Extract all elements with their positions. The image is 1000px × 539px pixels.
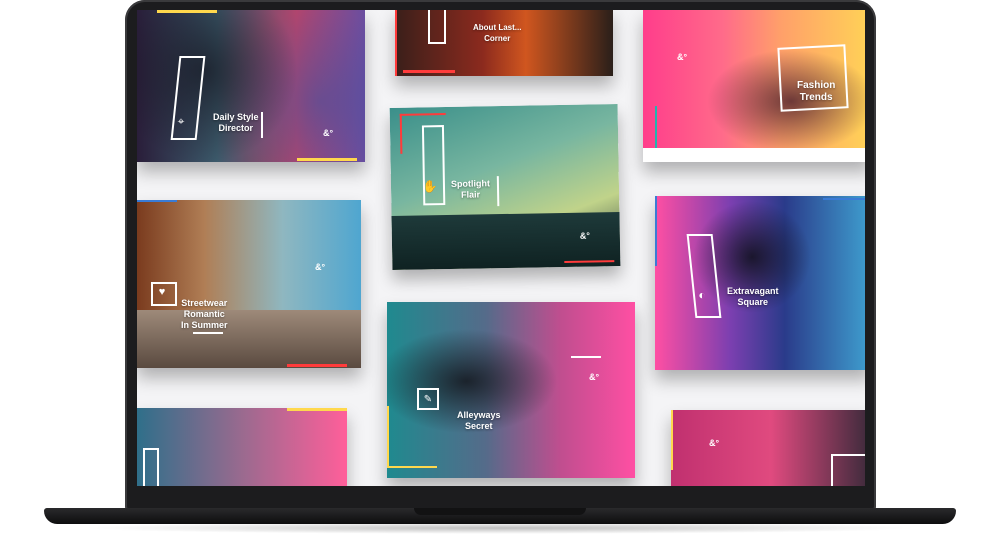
- brand-mark: &°: [315, 262, 326, 272]
- accent-line-yellow: [387, 466, 437, 468]
- caption-bar: [571, 356, 601, 358]
- accent-line-yellow: [671, 410, 673, 470]
- caption-bar: [261, 112, 263, 138]
- slide-frame: [831, 454, 865, 486]
- slide-frame: [143, 448, 159, 486]
- slide-caption: Alleyways Secret: [457, 410, 501, 431]
- slide-bottom-right[interactable]: &°: [671, 410, 865, 486]
- slide-extravagant-square[interactable]: ◐ Extravagant Square: [655, 196, 865, 370]
- brand-mark: &°: [589, 372, 600, 382]
- accent-line-blue: [655, 196, 657, 266]
- slide-photo: [137, 408, 347, 486]
- slide-fashion-trends[interactable]: &° Fashion Trends: [643, 10, 865, 162]
- slide-bottom-left[interactable]: [137, 408, 347, 486]
- brand-mark: &°: [709, 438, 720, 448]
- accent-line-yellow: [297, 158, 357, 161]
- accent-line-yellow: [287, 408, 347, 411]
- slide-daily-style-director[interactable]: ⌖ Daily Style Director &°: [137, 10, 365, 162]
- laptop-notch: [414, 508, 586, 515]
- slide-about-last-corner[interactable]: About Last... Corner: [395, 10, 613, 76]
- accent-line-teal: [655, 106, 657, 152]
- slide-caption: About Last... Corner: [473, 23, 522, 43]
- hand-icon: ✋: [422, 179, 438, 194]
- pencil-icon: ✎: [417, 388, 439, 410]
- photo-overlay: [655, 196, 865, 370]
- brand-mark: &°: [323, 128, 334, 138]
- slide-caption: Extravagant Square: [727, 286, 779, 307]
- laptop-shadow: [80, 522, 920, 534]
- accent-line-red: [403, 70, 455, 73]
- slide-caption: Daily Style Director: [213, 112, 259, 133]
- moon-icon: ◐: [698, 288, 706, 302]
- accent-line-red: [287, 364, 347, 367]
- accent-line-yellow: [387, 406, 389, 468]
- accent-line-yellow: [157, 10, 217, 13]
- brand-mark: &°: [579, 230, 591, 241]
- slide-caption: Streetwear Romantic In Summer: [181, 298, 228, 330]
- laptop-screen: ⌖ Daily Style Director &° About Last... …: [137, 10, 865, 486]
- slide-streetwear-romantic[interactable]: ♥ Streetwear Romantic In Summer &°: [137, 200, 361, 368]
- caption-bar: [193, 332, 223, 334]
- slide-footer: [643, 148, 865, 162]
- slide-caption: Spotlight Flair: [450, 178, 491, 200]
- brand-mark: &°: [677, 52, 688, 62]
- slide-caption: Fashion Trends: [797, 80, 836, 103]
- accent-line-blue: [137, 200, 177, 202]
- slide-spotlight-flair[interactable]: ✋ Spotlight Flair &°: [389, 104, 621, 270]
- map-pin-icon: ⌖: [177, 113, 185, 128]
- slide-alleyways-secret[interactable]: ✎ Alleyways Secret &°: [387, 302, 635, 478]
- heart-icon: ♥: [158, 286, 166, 298]
- photo-street: [137, 310, 361, 368]
- slide-frame: [428, 10, 446, 44]
- accent-line-red: [395, 10, 397, 76]
- accent-line-blue: [823, 198, 865, 200]
